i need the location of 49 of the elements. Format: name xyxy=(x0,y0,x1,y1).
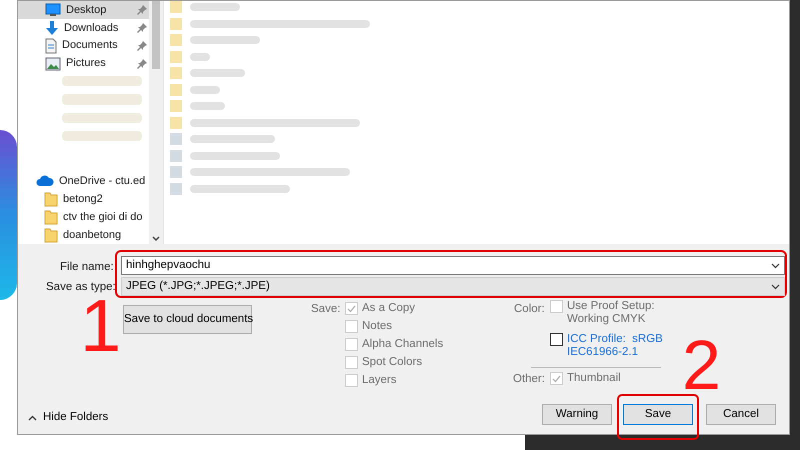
option-label: Layers xyxy=(362,373,397,388)
sidebar-item[interactable]: doanbetong xyxy=(18,226,149,244)
sidebar-item[interactable]: betong2 xyxy=(18,190,149,208)
option-label: Thumbnail xyxy=(567,371,621,386)
field-label: Save: xyxy=(311,302,340,317)
save-to-cloud-button[interactable]: Save to cloud documents xyxy=(123,305,252,334)
dialog-button[interactable]: Save xyxy=(623,404,693,425)
document-icon xyxy=(45,38,57,54)
dialog-button[interactable]: Cancel xyxy=(706,404,776,425)
dialog-button[interactable]: Warning xyxy=(542,404,612,425)
field-label: Other: xyxy=(513,372,545,387)
blurred-file-row xyxy=(170,84,220,96)
cloud-icon xyxy=(36,175,54,188)
file-name-field[interactable]: hinhghepvaochu xyxy=(121,256,785,275)
scrollbar[interactable] xyxy=(149,1,163,244)
option-label: Notes xyxy=(362,319,392,334)
download-arrow-icon xyxy=(45,20,59,36)
chevron-up-icon xyxy=(28,414,37,421)
scrollbar-thumb[interactable] xyxy=(152,1,160,69)
field-label: File name: xyxy=(60,260,114,275)
option-label: As a Copy xyxy=(362,301,416,316)
hide-folders-button[interactable]: Hide Folders xyxy=(28,409,108,426)
chevron-down-icon[interactable] xyxy=(771,284,780,290)
chevron-down-icon[interactable] xyxy=(771,262,780,268)
option-label: Spot Colors xyxy=(362,355,422,370)
icc-profile-link[interactable]: ICC Profile: sRGB IEC61966-2.1 xyxy=(567,333,663,359)
blurred-file-row xyxy=(170,50,210,62)
sidebar-item[interactable]: Pictures xyxy=(18,54,149,72)
option-label: Use Proof Setup: Working CMYK xyxy=(567,300,655,326)
checkmark-icon xyxy=(347,304,356,313)
sidebar-item[interactable]: Downloads xyxy=(18,18,149,37)
sidebar-item[interactable]: Desktop xyxy=(18,1,149,19)
checkmark-icon xyxy=(552,374,561,383)
option-label: Alpha Channels xyxy=(362,337,444,352)
annotation-number: 2 xyxy=(682,330,721,400)
blurred-file-row xyxy=(170,1,240,13)
folder-icon xyxy=(44,209,58,226)
chevron-down-icon[interactable] xyxy=(152,236,160,242)
sidebar-item[interactable]: ctv the gioi di do xyxy=(18,208,149,226)
sidebar-item[interactable]: Documents xyxy=(18,36,149,55)
field-label: Color: xyxy=(514,302,545,317)
folder-icon xyxy=(44,227,58,244)
picture-icon xyxy=(45,56,61,70)
sidebar-item[interactable]: OneDrive - ctu.ed xyxy=(18,172,149,190)
file-type-dropdown[interactable]: JPEG (*.JPG;*.JPEG;*.JPE) xyxy=(121,277,785,296)
desktop-icon xyxy=(45,2,61,17)
folder-icon xyxy=(44,191,58,208)
blurred-file-row xyxy=(170,100,225,112)
checkbox[interactable] xyxy=(550,333,563,346)
